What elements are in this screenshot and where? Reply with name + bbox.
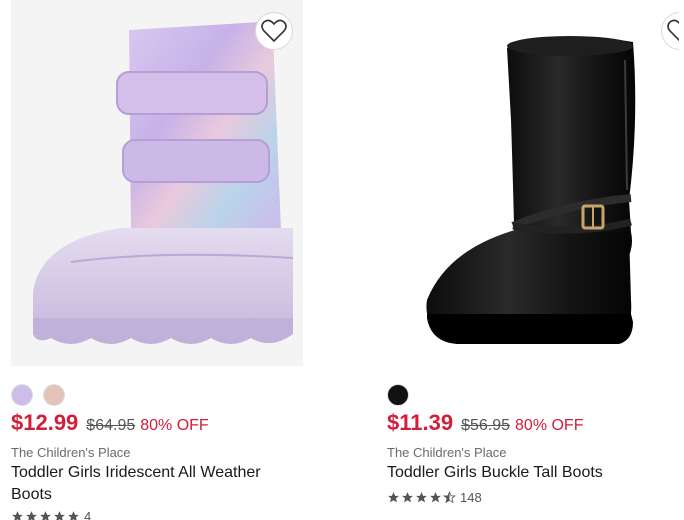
star-icon [68,511,79,520]
star-icon [26,511,37,520]
star-half-icon [443,491,456,504]
original-price: $64.95 [86,417,136,434]
star-icon [54,511,65,520]
star-icon [430,492,441,503]
product-card[interactable]: $11.39 $56.95 80% OFF The Children's Pla… [387,0,679,505]
discount-label: 80% OFF [140,417,209,434]
product-card[interactable]: $12.99 $64.95 80% OFF The Children's Pla… [11,0,303,520]
color-swatch-lavender[interactable] [11,384,33,406]
color-swatches [11,384,65,406]
product-title[interactable]: Toddler Girls Buckle Tall Boots [387,462,679,484]
review-count: 4 [84,509,92,520]
product-image[interactable] [11,0,303,366]
iridescent-boot-image [33,22,294,344]
color-swatches [387,384,409,406]
original-price: $56.95 [461,417,511,434]
product-image[interactable] [387,0,679,366]
color-swatch-blush[interactable] [43,384,65,406]
star-icon [12,511,23,520]
star-icon [416,492,427,503]
star-rating [11,510,80,520]
heart-outline-icon [667,19,679,42]
heart-outline-icon [261,19,287,43]
brand-name: The Children's Place [11,445,131,460]
price-row: $12.99 $64.95 80% OFF [11,410,209,436]
product-title[interactable]: Toddler Girls Iridescent All Weather Boo… [11,462,303,506]
rating[interactable]: 4 [11,509,91,520]
sale-price: $11.39 [387,410,454,435]
price-row: $11.39 $56.95 80% OFF [387,410,583,436]
color-swatch-black[interactable] [387,384,409,406]
favorite-button[interactable] [255,12,293,50]
rating[interactable]: 148 [387,490,482,505]
star-icon [402,492,413,503]
star-icon [40,511,51,520]
black-tall-boot-image [426,36,636,344]
brand-name: The Children's Place [387,445,507,460]
star-rating [387,491,456,504]
star-icon [388,492,399,503]
review-count: 148 [460,490,482,505]
discount-label: 80% OFF [515,417,584,434]
sale-price: $12.99 [11,410,79,435]
